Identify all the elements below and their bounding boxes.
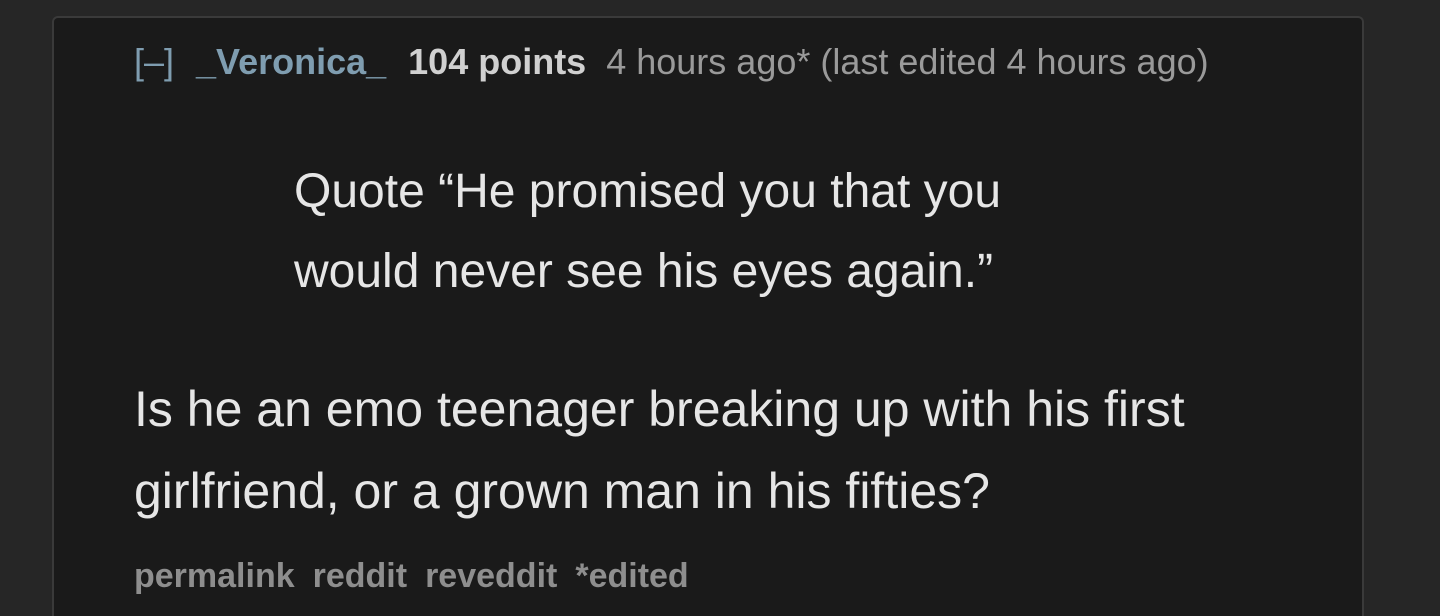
- comment-actions: permalink reddit reveddit *edited: [134, 554, 707, 598]
- body-line: Is he an emo teenager breaking up with h…: [134, 381, 1185, 437]
- comment-card: [–] _Veronica_ 104 points 4 hours ago* (…: [52, 16, 1364, 616]
- comment-body: Is he an emo teenager breaking up with h…: [134, 368, 1354, 532]
- collapse-toggle[interactable]: [–]: [134, 38, 174, 86]
- timestamp: 4 hours ago* (last edited 4 hours ago): [606, 41, 1209, 82]
- points-score: 104 points: [408, 41, 587, 82]
- reddit-link[interactable]: reddit: [313, 554, 407, 598]
- edited-link[interactable]: *edited: [575, 554, 688, 598]
- body-line: girlfriend, or a grown man in his fiftie…: [134, 463, 990, 519]
- comment-header: [–] _Veronica_ 104 points 4 hours ago* (…: [134, 38, 1209, 86]
- quoted-text: Quote “He promised you that you would ne…: [294, 152, 1194, 312]
- author-link[interactable]: _Veronica_: [196, 38, 386, 86]
- permalink-link[interactable]: permalink: [134, 554, 295, 598]
- quote-line: would never see his eyes again.”: [294, 245, 994, 298]
- reveddit-link[interactable]: reveddit: [425, 554, 557, 598]
- quote-line: Quote “He promised you that you: [294, 165, 1002, 218]
